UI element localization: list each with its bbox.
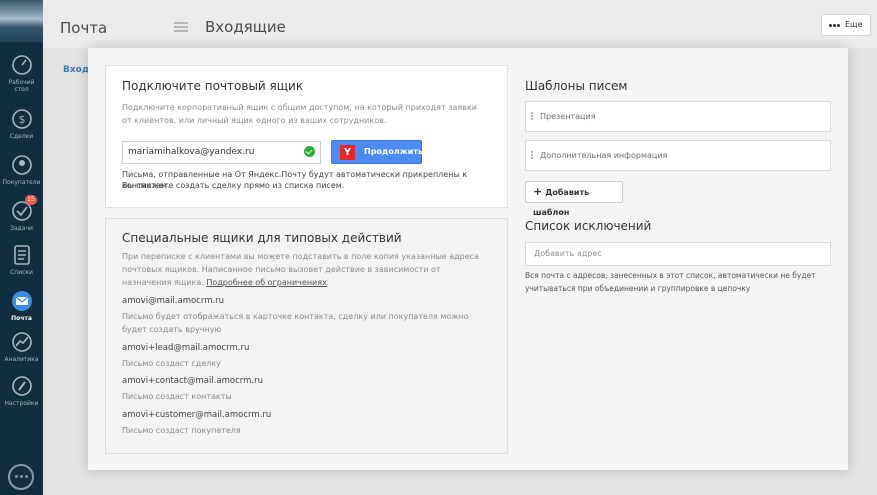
continue-button[interactable]: Y Продолжить (331, 140, 423, 164)
sidebar-item-settings[interactable]: Настройки (0, 374, 43, 407)
sidebar-label: Списки (10, 269, 33, 276)
exclusions-help-line: учитываться при объединении и группировк… (525, 284, 751, 293)
mailbox-description: Письмо создаст контакты (122, 392, 232, 401)
connect-mailbox-card: Подключите почтовый ящик Подключите корп… (105, 65, 508, 208)
special-description-last: назначения ящика. Подробнее об ограничен… (122, 276, 327, 289)
special-title: Специальные ящики для типовых действий (122, 231, 402, 245)
list-icon (13, 245, 30, 265)
tasks-badge: 15 (25, 195, 37, 205)
mailbox-description: Письмо создаст покупателя (122, 426, 241, 435)
connect-description: Подключите корпоративный ящик с общим до… (122, 103, 477, 112)
template-name: Презентация (540, 112, 596, 121)
mailbox-address: amovi+customer@mail.amocrm.ru (122, 410, 272, 420)
connect-note: Вы сможете создать сделку прямо из списк… (122, 181, 345, 190)
svg-text:$: $ (18, 113, 25, 126)
sidebar-item-tasks[interactable]: 15 Задачи (0, 195, 43, 232)
template-item[interactable]: Презентация (525, 101, 831, 132)
limits-link[interactable]: Подробнее об ограничениях (206, 278, 326, 287)
sidebar-item-analytics[interactable]: Аналитика (0, 330, 43, 363)
exclusions-help-line: Вся почта с адресов, занесенных в этот с… (525, 271, 816, 280)
exclusions-help: Вся почта с адресов, занесенных в этот с… (525, 269, 831, 295)
drag-handle-icon[interactable] (531, 112, 533, 114)
sidebar-item-mail[interactable]: Почта (0, 289, 43, 322)
dollar-icon: $ (11, 109, 32, 129)
sidebar-label: Аналитика (4, 356, 39, 363)
templates-title: Шаблоны писем (525, 79, 628, 93)
sidebar-label: стол (14, 86, 29, 93)
yandex-icon: Y (340, 145, 355, 160)
chat-icon[interactable] (8, 464, 34, 490)
add-template-button[interactable]: + Добавить шаблон (525, 181, 623, 217)
section-title: Почта (60, 19, 108, 37)
template-item[interactable]: Дополнительная информация (525, 140, 831, 171)
more-label: Еще (845, 20, 863, 29)
sidebar-avatar-image[interactable] (0, 0, 43, 42)
mailbox-address: amovi@mail.amocrm.ru (122, 296, 225, 306)
plus-icon: + (533, 185, 543, 198)
special-description: При переписке с клиентами вы можете подс… (122, 252, 479, 261)
mailbox-address: amovi+contact@mail.amocrm.ru (122, 376, 263, 386)
exclusion-address-input[interactable]: Добавить адрес (525, 242, 831, 266)
connect-title: Подключите почтовый ящик (122, 79, 304, 93)
valid-check-icon (304, 146, 315, 157)
more-button[interactable]: Еще (821, 14, 871, 36)
sidebar-label: Рабочий (8, 79, 35, 86)
mailbox-description: Письмо создаст сделку (122, 359, 221, 368)
mailbox-description: Письмо будет отображаться в карточке кон… (122, 312, 469, 321)
mail-icon (11, 291, 32, 311)
email-field[interactable]: mariamihalkova@yandex.ru (122, 141, 321, 164)
sidebar-label: Задачи (10, 225, 33, 232)
left-sidebar: Рабочий стол $ Сделки Покупатели 15 Зада… (0, 0, 43, 495)
sidebar-label: Сделки (9, 133, 34, 140)
sidebar-label: Почта (11, 315, 32, 322)
mailbox-description: будет создать вручную (122, 325, 222, 334)
exclusions-title: Список исключений (525, 219, 652, 233)
sidebar-label: Покупатели (2, 179, 41, 186)
sidebar-label: Настройки (4, 400, 39, 407)
settings-icon (11, 376, 32, 396)
page-title: Входящие (205, 18, 286, 36)
sidebar-item-deals[interactable]: $ Сделки (0, 107, 43, 140)
template-name: Дополнительная информация (540, 151, 668, 160)
mail-settings-modal: Подключите почтовый ящик Подключите корп… (88, 48, 848, 470)
more-dots-icon (829, 24, 832, 27)
analytics-icon (11, 332, 32, 352)
special-description-prefix: назначения ящика. (122, 278, 207, 287)
continue-label: Продолжить (364, 147, 423, 156)
top-header: Почта Входящие Еще (43, 0, 877, 48)
connect-description: от клиентов, или личный ящик одного из в… (122, 116, 387, 125)
dashboard-icon (11, 55, 32, 75)
special-mailboxes-card: Специальные ящики для типовых действий П… (105, 218, 508, 454)
sidebar-item-customers[interactable]: Покупатели (0, 153, 43, 186)
customers-icon (11, 155, 32, 175)
mailbox-address: amovi+lead@mail.amocrm.ru (122, 343, 250, 353)
sidebar-item-lists[interactable]: Списки (0, 243, 43, 276)
drag-handle-icon[interactable] (531, 151, 533, 153)
menu-toggle-icon[interactable] (174, 22, 188, 24)
sidebar-item-dashboard[interactable]: Рабочий стол (0, 53, 43, 93)
special-description: почтовых ящиков. Написанное письмо вызов… (122, 265, 441, 274)
